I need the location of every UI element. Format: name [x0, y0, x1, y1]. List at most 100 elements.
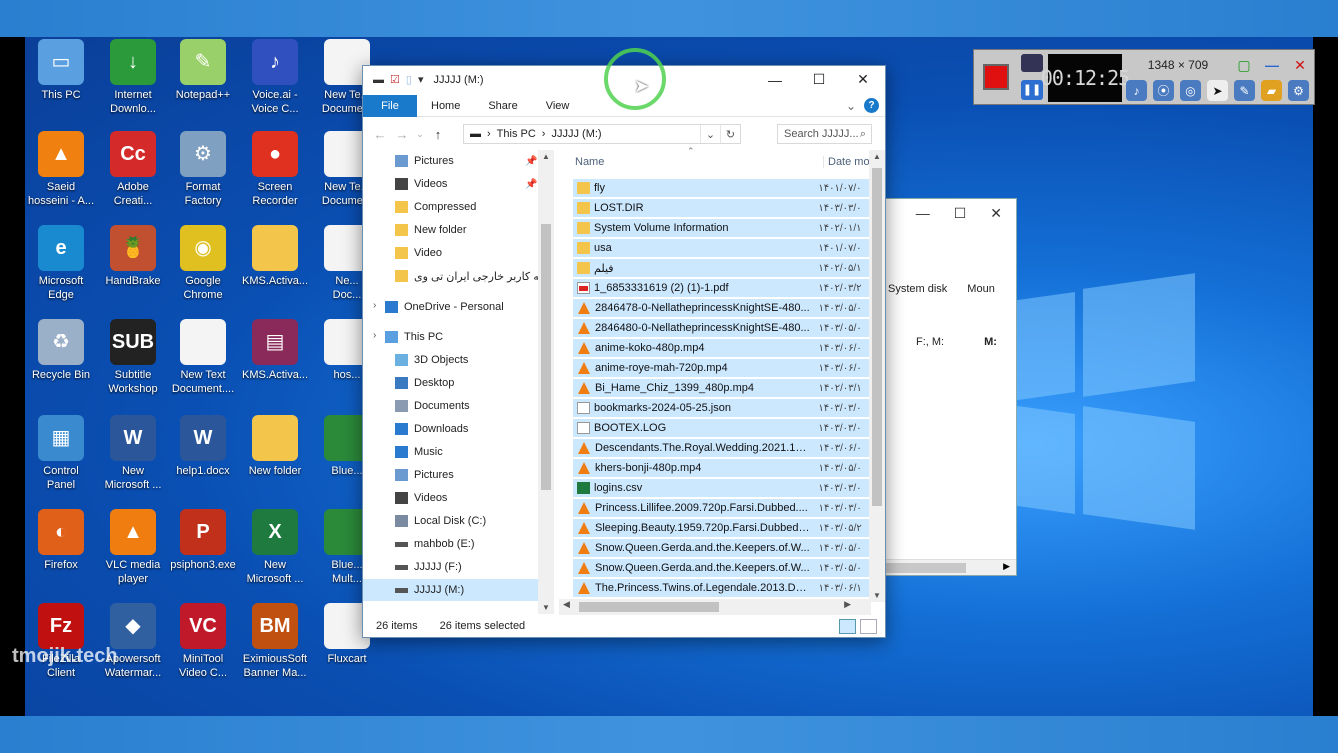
desktop-icon[interactable]: ▤ KMS.Activa...	[237, 319, 313, 382]
nav-item[interactable]: Documents	[363, 395, 538, 417]
column-name[interactable]: Name	[575, 156, 604, 168]
desktop-icon[interactable]: ▲ VLC media player	[95, 509, 171, 586]
desktop-icon[interactable]: ◐ Firefox	[25, 509, 99, 572]
webcam-icon[interactable]: ◎	[1180, 80, 1201, 101]
desktop-icon[interactable]: e Microsoft Edge	[25, 225, 99, 302]
desktop-icon[interactable]: New Text Document....	[165, 319, 241, 396]
file-row[interactable]: 2846478-0-NellatheprincessKnightSE-480..…	[573, 299, 869, 318]
desktop-icon[interactable]: VC MiniTool Video C...	[165, 603, 241, 680]
nav-item[interactable]: Music	[363, 441, 538, 463]
desktop-icon[interactable]: ▦ Control Panel	[25, 415, 99, 492]
desktop-icon[interactable]: 🍍 HandBrake	[95, 225, 171, 288]
nav-item[interactable]: Video	[363, 242, 538, 264]
file-row[interactable]: usa ۱۴۰۱/۰۷/۰	[573, 239, 869, 258]
desktop-icon[interactable]: Whelp1.docx	[165, 415, 241, 478]
maximize-icon[interactable]: ☐	[954, 205, 967, 222]
nav-item[interactable]: New folder	[363, 219, 538, 241]
nav-item[interactable]: mahbob (E:)	[363, 533, 538, 555]
file-row[interactable]: 2846480-0-NellatheprincessKnightSE-480..…	[573, 319, 869, 338]
desktop-icon[interactable]: ♪ Voice.ai - Voice C...	[237, 39, 313, 116]
help-icon[interactable]: ?	[864, 98, 879, 113]
desktop-icon[interactable]: ▲ Saeid hosseini - A...	[25, 131, 99, 208]
expand-ribbon-icon[interactable]: ⌄	[846, 99, 856, 113]
file-row[interactable]: 1_6853331619 (2) (1)-1.pdf ۱۴۰۲/۰۳/۲	[573, 279, 869, 298]
microphone-icon[interactable]: ⦿	[1153, 80, 1174, 101]
gear-icon[interactable]: ⚙	[1288, 80, 1309, 101]
nav-item[interactable]: Videos 📌	[363, 173, 538, 195]
close-icon[interactable]: ✕	[1288, 54, 1312, 76]
desktop-icon[interactable]: X New Microsoft ...	[237, 509, 313, 586]
background-window-row[interactable]: F:, M: M:	[916, 336, 997, 348]
nav-item[interactable]: Videos	[363, 487, 538, 509]
nav-item[interactable]: This PC	[363, 326, 538, 348]
search-input[interactable]: Search JJJJJ... ⌕	[777, 124, 872, 144]
desktop-icon[interactable]: W New Microsoft ...	[95, 415, 171, 492]
tab-view[interactable]: View	[532, 100, 584, 112]
breadcrumb-drive[interactable]: JJJJJ (M:)	[551, 128, 601, 140]
file-row[interactable]: BOOTEX.LOG ۱۴۰۳/۰۳/۰	[573, 419, 869, 438]
file-row[interactable]: LOST.DIR ۱۴۰۳/۰۳/۰	[573, 199, 869, 218]
file-row[interactable]: anime-roye-mah-720p.mp4 ۱۴۰۳/۰۶/۰	[573, 359, 869, 378]
minimize-icon[interactable]: —	[916, 205, 930, 221]
nav-item[interactable]: Pictures	[363, 464, 538, 486]
details-view-icon[interactable]	[839, 618, 856, 634]
desktop-icon[interactable]: SUB Subtitle Workshop	[95, 319, 171, 396]
desktop-icon[interactable]: ✎ Notepad++	[165, 39, 241, 102]
breadcrumb-this-pc[interactable]: This PC	[497, 128, 536, 140]
column-mount[interactable]: Moun	[967, 283, 995, 295]
file-row[interactable]: Snow.Queen.Gerda.and.the.Keepers.of.W...…	[573, 559, 869, 578]
file-explorer-window[interactable]: ▬ ☑ ▯ ▾ JJJJJ (M:) — ☐ ✕ File Home Share…	[362, 65, 886, 638]
file-row[interactable]: khers-bonji-480p.mp4 ۱۴۰۳/۰۵/۰	[573, 459, 869, 478]
file-list[interactable]: fly ۱۴۰۱/۰۷/۰ LOST.DIR ۱۴۰۳/۰۳/۰ System Volu…	[559, 179, 869, 599]
nav-item[interactable]: OneDrive - Personal	[363, 296, 538, 318]
large-icons-view-icon[interactable]	[860, 618, 877, 634]
desktop-icon[interactable]: ● Screen Recorder	[237, 131, 313, 208]
desktop-icon[interactable]: KMS.Activa...	[237, 225, 313, 288]
navigation-pane-scrollbar[interactable]: ▲ ▼	[538, 150, 554, 614]
desktop-icon[interactable]: ⚙ Format Factory	[165, 131, 241, 208]
file-row[interactable]: System Volume Information ۱۴۰۲/۰۱/۱	[573, 219, 869, 238]
file-row[interactable]: Descendants.The.Royal.Wedding.2021.10...…	[573, 439, 869, 458]
maximize-button[interactable]: ☐	[797, 66, 841, 93]
file-list-vertical-scrollbar[interactable]: ▲ ▼	[869, 150, 885, 602]
nav-item[interactable]: Downloads	[363, 418, 538, 440]
nav-item[interactable]: Local Disk (C:)	[363, 510, 538, 532]
desktop-icon[interactable]: ♻ Recycle Bin	[25, 319, 99, 382]
region-icon[interactable]: ▢	[1232, 54, 1256, 76]
desktop-icon[interactable]: ↓ Internet Downlo...	[95, 39, 171, 116]
nav-item[interactable]: Compressed	[363, 196, 538, 218]
desktop-icon[interactable]: BM EximiousSoft Banner Ma...	[237, 603, 313, 680]
up-arrow-icon[interactable]: ↑	[427, 127, 449, 142]
recent-dropdown-icon[interactable]: ⌄	[413, 129, 427, 140]
close-button[interactable]: ✕	[841, 66, 885, 93]
tab-share[interactable]: Share	[474, 100, 531, 112]
expand-chevron-icon[interactable]: ›	[373, 300, 376, 311]
tab-file[interactable]: File	[363, 94, 417, 117]
file-row[interactable]: Princess.Lillifee.2009.720p.Farsi.Dubbed…	[573, 499, 869, 518]
pin-icon[interactable]: 📌	[525, 156, 537, 167]
file-row[interactable]: Snow.Queen.Gerda.and.the.Keepers.of.W...…	[573, 539, 869, 558]
pin-icon[interactable]: 📌	[525, 179, 537, 190]
nav-item[interactable]: JJJJJ (F:)	[363, 556, 538, 578]
camera-icon[interactable]	[1021, 54, 1043, 72]
nav-item[interactable]: JJJJJ (M:)	[363, 579, 538, 601]
nav-item[interactable]: 3D Objects	[363, 349, 538, 371]
stop-record-button[interactable]	[983, 64, 1009, 90]
address-dropdown-icon[interactable]: ⌄	[700, 125, 720, 143]
chevron-down-icon[interactable]: ▾	[418, 73, 424, 86]
folder-icon[interactable]: ▰	[1261, 80, 1282, 101]
minimize-icon[interactable]: —	[1260, 54, 1284, 76]
column-system-disk[interactable]: System disk	[888, 283, 947, 295]
tab-home[interactable]: Home	[417, 100, 474, 112]
cursor-icon[interactable]: ➤	[1207, 80, 1228, 101]
file-row[interactable]: Bi_Hame_Chiz_1399_480p.mp4 ۱۴۰۲/۰۳/۱	[573, 379, 869, 398]
nav-item[interactable]: Desktop	[363, 372, 538, 394]
minimize-button[interactable]: —	[753, 66, 797, 93]
expand-chevron-icon[interactable]: ›	[373, 330, 376, 341]
file-row[interactable]: logins.csv ۱۴۰۳/۰۳/۰	[573, 479, 869, 498]
speaker-icon[interactable]: ♪	[1126, 80, 1147, 101]
nav-item[interactable]: Pictures 📌	[363, 150, 538, 172]
nav-item[interactable]: به کاربر خارجی ایران تی وی	[363, 265, 542, 287]
navigation-pane[interactable]: Pictures 📌 Videos 📌 Compressed New folder Vide…	[363, 150, 553, 602]
file-row[interactable]: Sleeping.Beauty.1959.720p.Farsi.Dubbed..…	[573, 519, 869, 538]
